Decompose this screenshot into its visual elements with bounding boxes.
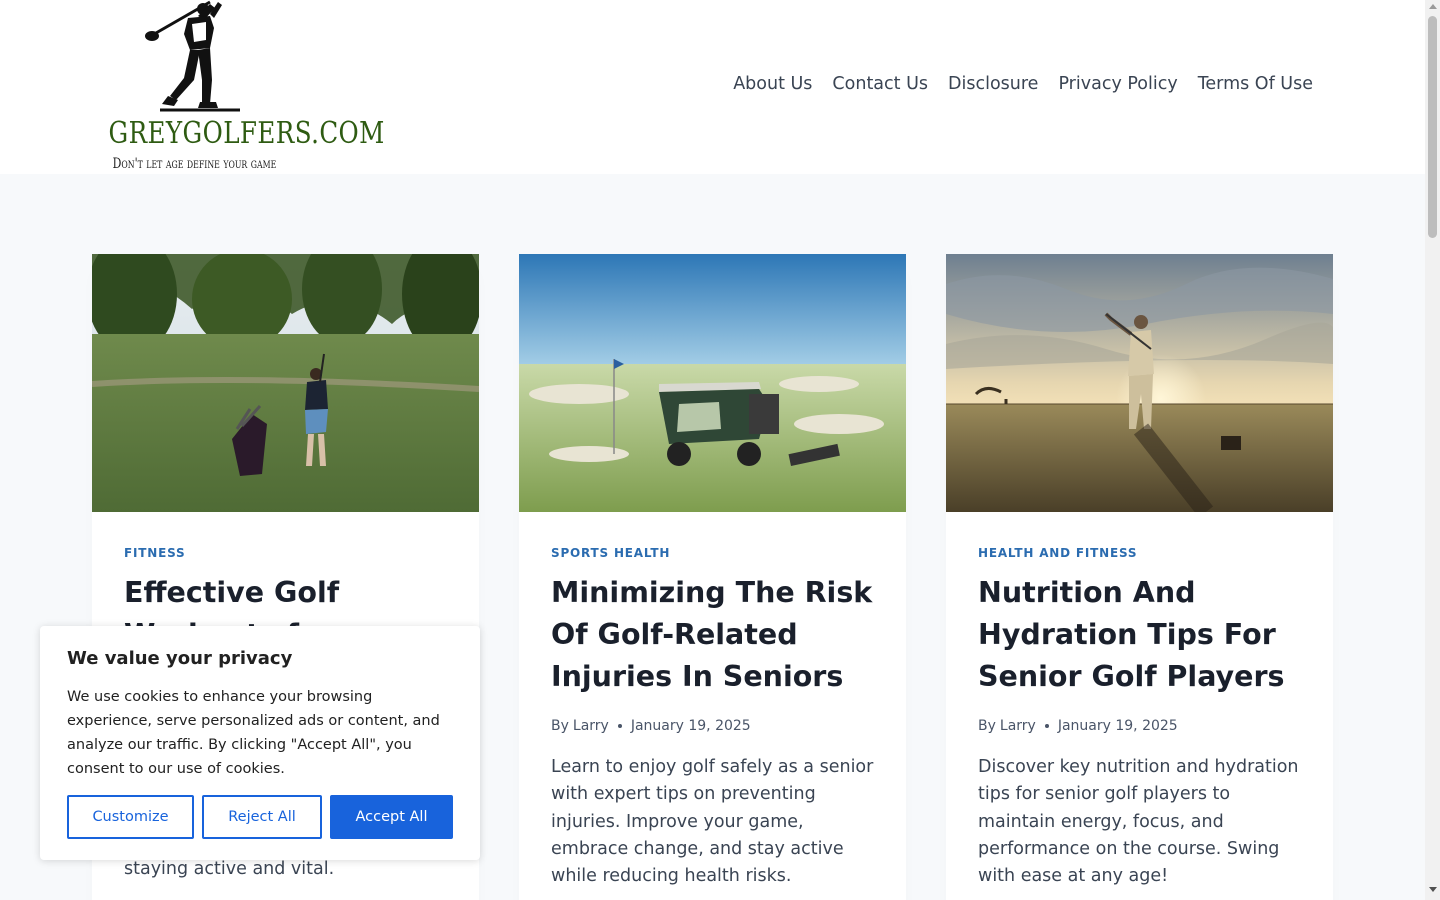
site-header: GREYGOLFERS.COM Don't let age define you… [0,0,1425,174]
scroll-down-arrow-icon[interactable] [1429,887,1437,892]
cookie-banner-text: We use cookies to enhance your browsing … [67,689,440,777]
post-author-link[interactable]: Larry [573,718,609,734]
meta-separator-icon [617,724,622,728]
nav-link-about-us[interactable]: About Us [723,74,822,94]
post-category-link[interactable]: HEALTH AND FITNESS [978,546,1301,560]
reject-all-button[interactable]: Reject All [202,795,322,839]
scrollbar-thumb[interactable] [1428,16,1437,238]
post-author-link[interactable]: Larry [1000,718,1036,734]
post-category-link[interactable]: FITNESS [124,546,447,560]
post-thumbnail-image[interactable] [946,254,1333,512]
cookie-consent-banner: We value your privacy We use cookies to … [40,626,480,860]
post-excerpt: Learn to enjoy golf safely as a senior w… [551,757,874,887]
customize-button[interactable]: Customize [67,795,194,839]
logo-wordmark: GREYGOLFERS.COM [108,116,385,151]
cookie-banner-title: We value your privacy [67,648,293,669]
author-prefix: By [978,718,996,734]
nav-link-privacy-policy[interactable]: Privacy Policy [1048,74,1187,94]
post-meta: By Larry January 19, 2025 [978,718,1301,734]
logo-tagline: Don't let age define your game [112,156,277,172]
post-meta: By Larry January 19, 2025 [551,718,874,734]
primary-navigation: About Us Contact Us Disclosure Privacy P… [723,74,1323,94]
scroll-up-arrow-icon[interactable] [1429,4,1437,9]
post-title[interactable]: Nutrition And Hydration Tips For Senior … [978,572,1301,698]
nav-link-terms-of-use[interactable]: Terms Of Use [1188,74,1323,94]
nav-link-disclosure[interactable]: Disclosure [938,74,1048,94]
post-thumbnail-image[interactable] [519,254,906,512]
post-excerpt: Discover key nutrition and hydration tip… [978,757,1299,887]
post-thumbnail-image[interactable] [92,254,479,512]
author-prefix: By [551,718,569,734]
cookie-banner-actions: Customize Reject All Accept All [67,795,453,839]
meta-separator-icon [1044,724,1049,728]
post-title[interactable]: Minimizing The Risk Of Golf-Related Inju… [551,572,874,698]
post-date: January 19, 2025 [1057,718,1178,734]
post-category-link[interactable]: SPORTS HEALTH [551,546,874,560]
page-scrollbar[interactable] [1425,0,1440,900]
post-card: SPORTS HEALTH Minimizing The Risk Of Gol… [519,254,906,900]
post-card: HEALTH AND FITNESS Nutrition And Hydrati… [946,254,1333,900]
golfer-silhouette-logo-icon [145,0,240,112]
post-date: January 19, 2025 [630,718,751,734]
nav-link-contact-us[interactable]: Contact Us [822,74,938,94]
post-excerpt: staying active and vital. [124,859,335,879]
accept-all-button[interactable]: Accept All [330,795,453,839]
site-logo[interactable]: GREYGOLFERS.COM Don't let age define you… [88,0,385,174]
